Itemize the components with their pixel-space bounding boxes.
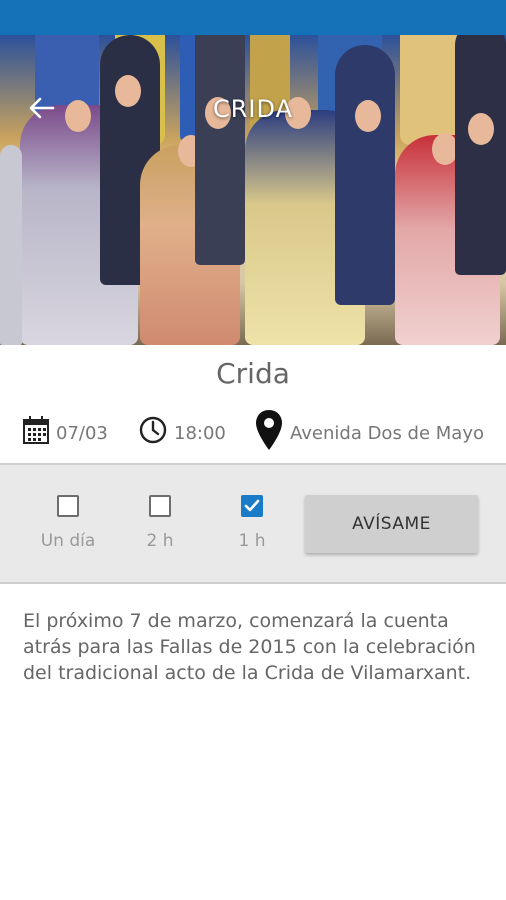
checkbox-label: 1 h	[238, 531, 266, 551]
notify-me-button[interactable]: AVÍSAME	[305, 495, 478, 553]
event-location: Avenida Dos de Mayo	[254, 410, 484, 450]
event-title: Crida	[216, 357, 290, 390]
status-bar	[0, 0, 506, 35]
checkbox-one-hour[interactable]	[241, 495, 263, 517]
event-time: 18:00	[138, 410, 226, 450]
event-location-text: Avenida Dos de Mayo	[290, 422, 484, 444]
calendar-icon	[23, 416, 49, 444]
event-date-text: 07/03	[56, 422, 108, 444]
reminder-option-one-hour[interactable]: 1 h	[212, 495, 292, 551]
checkbox-label: 2 h	[146, 531, 174, 551]
checkmark-icon	[244, 499, 260, 512]
event-time-text: 18:00	[174, 422, 226, 444]
checkbox-label: Un día	[40, 531, 96, 551]
checkbox-two-hours[interactable]	[149, 495, 171, 517]
event-info-row: 07/03 18:00 Avenida Dos de Mayo	[22, 410, 492, 450]
clock-icon	[139, 416, 167, 444]
event-date: 07/03	[22, 410, 108, 450]
page-title: CRIDA	[213, 95, 293, 123]
event-description: El próximo 7 de marzo, comenzará la cuen…	[23, 610, 476, 684]
event-photo: CRIDA	[0, 35, 506, 345]
reminder-option-one-day[interactable]: Un día	[28, 495, 108, 551]
reminder-option-two-hours[interactable]: 2 h	[120, 495, 200, 551]
location-pin-icon	[256, 410, 282, 450]
checkbox-one-day[interactable]	[57, 495, 79, 517]
reminder-panel: Un día 2 h 1 h AVÍSAME	[0, 463, 506, 584]
